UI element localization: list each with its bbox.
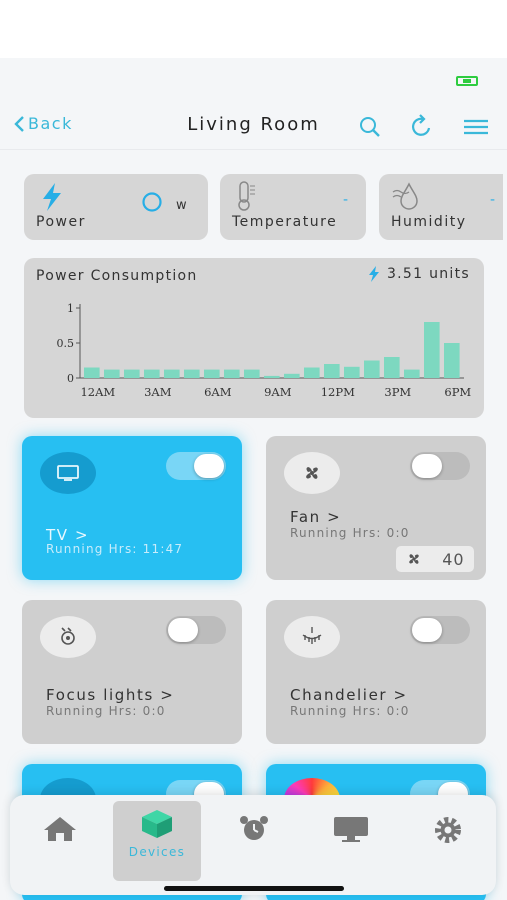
bar-11 xyxy=(304,367,320,378)
power-unit: w xyxy=(176,198,187,213)
bar-12 xyxy=(324,364,340,378)
focus-lights-name[interactable]: Focus lights > xyxy=(46,686,174,704)
x-tick-label: 3PM xyxy=(384,385,411,399)
bar-13 xyxy=(344,366,360,378)
power-gauge-icon xyxy=(142,192,162,212)
toggle-knob xyxy=(412,454,442,478)
tab-settings[interactable] xyxy=(404,801,492,881)
tab-alarms[interactable] xyxy=(210,801,298,881)
chandelier-power-toggle[interactable] xyxy=(410,616,470,644)
bar-3 xyxy=(144,369,160,378)
bar-6 xyxy=(204,369,220,378)
x-tick-label: 3AM xyxy=(144,385,172,399)
fan-icon xyxy=(409,554,420,564)
toggle-knob xyxy=(168,618,198,642)
tv-power-toggle[interactable] xyxy=(166,452,226,480)
bar-9 xyxy=(264,375,280,378)
power-consumption-card: Power Consumption 3.51 units 0 0.5 1 12AM 3A… xyxy=(24,258,484,418)
x-tick-label: 12AM xyxy=(80,385,115,399)
tv-running-hours: Running Hrs: 11:47 xyxy=(46,542,184,556)
toggle-knob xyxy=(194,454,224,478)
bar-5 xyxy=(184,369,200,378)
chandelier-icon xyxy=(284,616,340,658)
thermometer-icon xyxy=(238,181,255,211)
bar-17 xyxy=(424,322,440,378)
bar-14 xyxy=(364,360,380,378)
fan-speed-value: 40 xyxy=(442,549,465,569)
device-card-fan[interactable]: Fan > Running Hrs: 0:0 40 xyxy=(266,436,486,580)
fan-icon xyxy=(284,452,340,494)
focus-lights-power-toggle[interactable] xyxy=(166,616,226,644)
home-indicator xyxy=(164,886,344,891)
fan-name[interactable]: Fan > xyxy=(290,508,341,526)
fan-running-hours: Running Hrs: 0:0 xyxy=(290,526,410,540)
fan-power-toggle[interactable] xyxy=(410,452,470,480)
toggle-knob xyxy=(412,618,442,642)
gear-icon xyxy=(435,817,461,843)
home-icon xyxy=(44,817,76,841)
bar-10 xyxy=(284,373,300,378)
bottom-tab-bar: Devices xyxy=(10,795,496,895)
x-tick-label: 6PM xyxy=(444,385,471,399)
y-tick-label: 0 xyxy=(67,372,74,385)
humidity-value: - xyxy=(489,192,495,208)
y-tick-label: 1 xyxy=(67,302,74,315)
bar-7 xyxy=(224,369,240,378)
bar-2 xyxy=(124,369,140,378)
bulb-icon xyxy=(40,616,96,658)
power-label: Power xyxy=(36,214,86,230)
x-tick-label: 9AM xyxy=(264,385,292,399)
power-stat-card: 0 w Power xyxy=(24,174,208,240)
tab-display[interactable] xyxy=(307,801,395,881)
device-card-tv[interactable]: TV > Running Hrs: 11:47 xyxy=(22,436,242,580)
bar-16 xyxy=(404,369,420,378)
menu-icon[interactable] xyxy=(463,114,489,140)
fan-speed-control[interactable]: 40 xyxy=(396,546,474,572)
tab-devices-label: Devices xyxy=(128,845,186,859)
bar-0 xyxy=(84,367,100,378)
x-tick-label: 12PM xyxy=(321,385,355,399)
y-tick-label: 0.5 xyxy=(57,337,75,350)
search-icon[interactable] xyxy=(357,114,383,140)
device-card-chandelier[interactable]: Chandelier > Running Hrs: 0:0 xyxy=(266,600,486,744)
humidity-icon xyxy=(392,182,418,210)
bar-8 xyxy=(244,369,260,378)
temperature-label: Temperature xyxy=(232,214,338,230)
cube-icon xyxy=(142,810,172,838)
tab-home[interactable] xyxy=(16,801,104,881)
humidity-label: Humidity xyxy=(391,214,467,230)
tv-icon xyxy=(40,452,96,494)
focus-lights-running-hours: Running Hrs: 0:0 xyxy=(46,704,166,718)
battery-icon xyxy=(456,76,478,86)
refresh-icon[interactable] xyxy=(409,114,435,140)
tab-devices[interactable]: Devices xyxy=(113,801,201,881)
bar-4 xyxy=(164,369,180,378)
device-card-focus-lights[interactable]: Focus lights > Running Hrs: 0:0 xyxy=(22,600,242,744)
temperature-value: - xyxy=(342,192,348,208)
temperature-stat-card: - Temperature xyxy=(220,174,366,240)
alarm-clock-icon xyxy=(240,816,268,840)
bar-18 xyxy=(444,343,460,378)
x-tick-label: 6AM xyxy=(204,385,232,399)
lightning-icon xyxy=(43,183,61,211)
chandelier-name[interactable]: Chandelier > xyxy=(290,686,408,704)
header: Back Living Room xyxy=(0,100,507,150)
bar-15 xyxy=(384,357,400,378)
chandelier-running-hours: Running Hrs: 0:0 xyxy=(290,704,410,718)
humidity-stat-card: - Humidity xyxy=(379,174,503,240)
monitor-icon xyxy=(334,817,368,842)
bar-1 xyxy=(104,369,120,378)
power-bar-chart: 0 0.5 1 12AM 3AM 6AM 9AM 12PM 3PM 6PM xyxy=(57,302,472,399)
